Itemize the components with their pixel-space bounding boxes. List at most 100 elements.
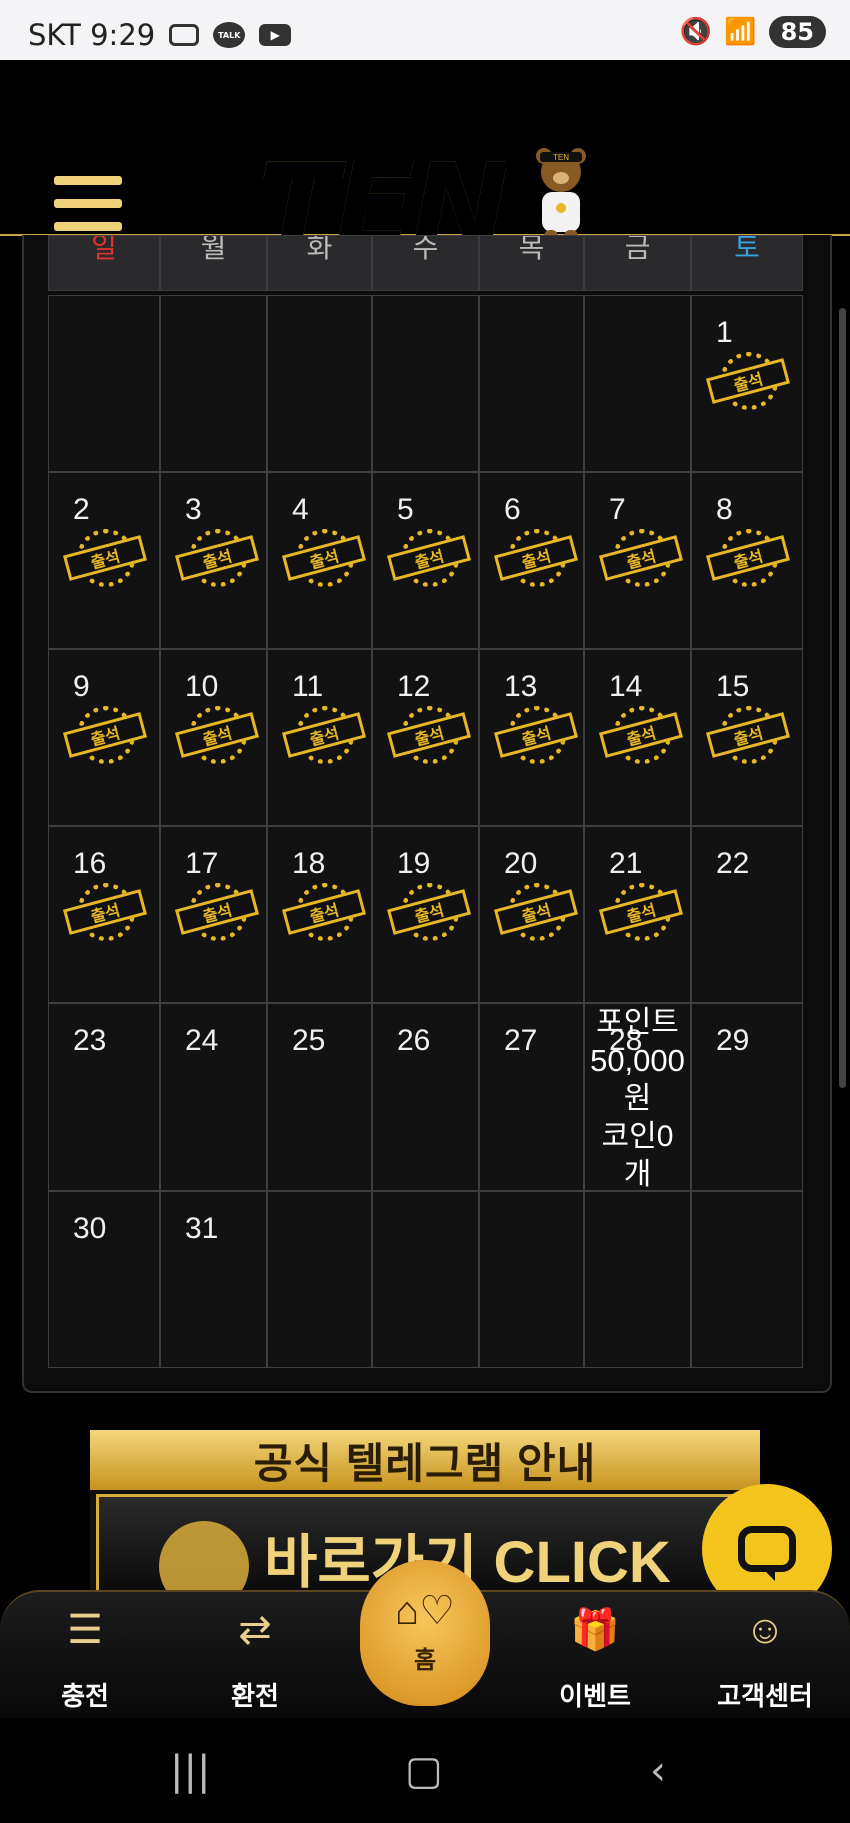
day-number: 25 bbox=[292, 1024, 326, 1057]
carrier-time: SKT 9:29 bbox=[28, 18, 156, 52]
weekday-1: 월 bbox=[160, 235, 267, 291]
nav-event[interactable]: 🎁 이벤트 bbox=[535, 1604, 655, 1713]
calendar-week: 9 출석 10 출석 11 출석 12 출석 13 출석 14 출석 15 출석 bbox=[48, 649, 806, 826]
attendance-stamp-icon: 출석 bbox=[62, 706, 148, 770]
calendar-day-cell[interactable]: 12 출석 bbox=[372, 649, 479, 826]
nav-event-label: 이벤트 bbox=[559, 1681, 631, 1711]
calendar-day-cell[interactable]: 20 출석 bbox=[479, 826, 584, 1003]
menu-icon[interactable] bbox=[54, 176, 122, 236]
weekday-0: 일 bbox=[48, 235, 160, 291]
calendar-week: 2 출석 3 출석 4 출석 5 출석 6 출석 7 출석 8 출석 bbox=[48, 472, 806, 649]
calendar-day-cell[interactable]: 5 출석 bbox=[372, 472, 479, 649]
calendar-day-cell[interactable]: 8 출석 bbox=[691, 472, 803, 649]
attendance-stamp-icon: 출석 bbox=[386, 706, 472, 770]
battery-indicator: 85 bbox=[768, 16, 826, 48]
calendar-day-cell bbox=[48, 295, 160, 472]
calendar-day-cell[interactable]: 30 bbox=[48, 1191, 160, 1368]
day-number: 15 bbox=[716, 670, 750, 703]
calendar-day-cell[interactable]: 28 포인트 50,000 원 코인0 개 bbox=[584, 1003, 691, 1191]
calendar-day-cell[interactable]: 21 출석 bbox=[584, 826, 691, 1003]
attendance-stamp-icon: 출석 bbox=[281, 883, 367, 947]
attendance-stamp-icon: 출석 bbox=[174, 529, 260, 593]
day-number: 30 bbox=[73, 1212, 107, 1245]
weekday-2: 화 bbox=[267, 235, 372, 291]
calendar-day-cell[interactable]: 14 출석 bbox=[584, 649, 691, 826]
calendar-day-cell[interactable]: 23 bbox=[48, 1003, 160, 1191]
attendance-stamp-icon: 출석 bbox=[493, 706, 579, 770]
calendar-day-cell[interactable]: 22 bbox=[691, 826, 803, 1003]
calendar-day-cell[interactable]: 6 출석 bbox=[479, 472, 584, 649]
day-number: 29 bbox=[716, 1024, 750, 1057]
gift-icon: 🎁 bbox=[570, 1608, 620, 1652]
day-number: 13 bbox=[504, 670, 538, 703]
weekday-3: 수 bbox=[372, 235, 479, 291]
chat-bubble-icon bbox=[738, 1526, 796, 1581]
calendar-day-cell[interactable]: 2 출석 bbox=[48, 472, 160, 649]
day-number: 3 bbox=[185, 493, 202, 526]
day-number: 18 bbox=[292, 847, 326, 880]
support-agent-icon: ☺ bbox=[744, 1608, 786, 1652]
attendance-stamp-icon: 출석 bbox=[598, 529, 684, 593]
calendar-day-cell[interactable]: 9 출석 bbox=[48, 649, 160, 826]
day-number: 27 bbox=[504, 1024, 538, 1057]
day-number: 10 bbox=[185, 670, 219, 703]
day-number: 9 bbox=[73, 670, 90, 703]
nav-charge[interactable]: ☰ 충전 bbox=[25, 1604, 145, 1713]
calendar-day-cell bbox=[584, 295, 691, 472]
charge-icon: ☰ bbox=[67, 1608, 103, 1652]
day-number: 23 bbox=[73, 1024, 107, 1057]
day-number: 4 bbox=[292, 493, 309, 526]
calendar-day-cell[interactable]: 3 출석 bbox=[160, 472, 267, 649]
exchange-icon: ⇄ bbox=[238, 1608, 272, 1652]
mute-icon: 🔇 bbox=[679, 17, 713, 47]
scrollbar[interactable] bbox=[839, 308, 846, 1088]
nav-exchange-label: 환전 bbox=[231, 1681, 279, 1711]
calendar-day-cell[interactable]: 31 bbox=[160, 1191, 267, 1368]
calendar-day-cell[interactable]: 17 출석 bbox=[160, 826, 267, 1003]
calendar-day-cell[interactable]: 15 출석 bbox=[691, 649, 803, 826]
reward-line4: 코인0 bbox=[601, 1120, 674, 1153]
calendar-day-cell[interactable]: 18 출석 bbox=[267, 826, 372, 1003]
day-number: 2 bbox=[73, 493, 90, 526]
calendar-day-cell[interactable]: 10 출석 bbox=[160, 649, 267, 826]
home-heart-icon: ⌂♡ bbox=[394, 1589, 456, 1633]
calendar-day-cell[interactable]: 24 bbox=[160, 1003, 267, 1191]
attendance-stamp-icon: 출석 bbox=[386, 529, 472, 593]
recent-apps-icon[interactable]: ||| bbox=[170, 1748, 210, 1794]
weekday-header: 일월화수목금토 bbox=[48, 235, 806, 291]
nav-exchange[interactable]: ⇄ 환전 bbox=[195, 1604, 315, 1713]
attendance-stamp-icon: 출석 bbox=[62, 529, 148, 593]
back-icon[interactable]: ‹ bbox=[650, 1748, 666, 1794]
nav-home[interactable]: ⌂♡ 홈 bbox=[360, 1560, 490, 1706]
day-number: 21 bbox=[609, 847, 643, 880]
calendar-week: 23 24 25 26 27 28 포인트 50,000 원 코인0 개 29 bbox=[48, 1003, 806, 1191]
attendance-stamp-icon: 출석 bbox=[62, 883, 148, 947]
calendar-day-cell[interactable]: 16 출석 bbox=[48, 826, 160, 1003]
nav-home-label: 홈 bbox=[413, 1647, 437, 1674]
calendar-day-cell[interactable]: 26 bbox=[372, 1003, 479, 1191]
calendar-day-cell[interactable]: 1 출석 bbox=[691, 295, 803, 472]
calendar-day-cell[interactable]: 7 출석 bbox=[584, 472, 691, 649]
calendar-day-cell[interactable]: 11 출석 bbox=[267, 649, 372, 826]
calendar-day-cell[interactable]: 13 출석 bbox=[479, 649, 584, 826]
reward-line2: 50,000 bbox=[590, 1043, 685, 1078]
calendar-day-cell bbox=[267, 1191, 372, 1368]
nav-support[interactable]: ☺ 고객센터 bbox=[705, 1604, 825, 1713]
telegram-icon bbox=[159, 1521, 249, 1590]
calendar-day-cell[interactable]: 25 bbox=[267, 1003, 372, 1191]
status-bar: SKT 9:29 TALK ▶ 🔇 📶 85 bbox=[0, 0, 850, 60]
calendar-day-cell[interactable]: 27 bbox=[479, 1003, 584, 1191]
day-number: 20 bbox=[504, 847, 538, 880]
attendance-stamp-icon: 출석 bbox=[493, 529, 579, 593]
calendar-day-cell[interactable]: 4 출석 bbox=[267, 472, 372, 649]
calendar-day-cell[interactable]: 19 출석 bbox=[372, 826, 479, 1003]
calendar-day-cell[interactable]: 29 bbox=[691, 1003, 803, 1191]
reward-line3: 원 bbox=[623, 1082, 652, 1115]
calendar-day-cell bbox=[584, 1191, 691, 1368]
weekday-4: 목 bbox=[479, 235, 584, 291]
bear-badge: TEN bbox=[553, 153, 569, 162]
reward-info: 포인트 50,000 원 코인0 개 bbox=[585, 1004, 690, 1194]
system-nav-bar: ||| ▢ ‹ bbox=[0, 1718, 850, 1823]
day-number: 8 bbox=[716, 493, 733, 526]
home-system-icon[interactable]: ▢ bbox=[405, 1748, 443, 1794]
